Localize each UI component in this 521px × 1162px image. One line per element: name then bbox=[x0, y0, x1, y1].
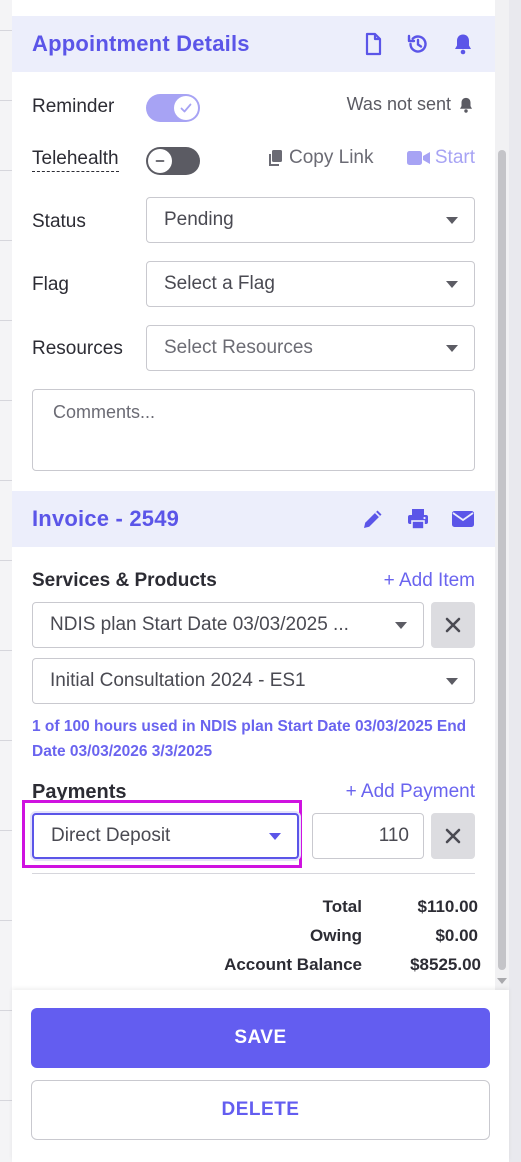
pencil-icon[interactable] bbox=[361, 507, 385, 531]
chevron-down-icon bbox=[446, 344, 458, 352]
payment-amount-input[interactable]: 110 bbox=[312, 813, 424, 859]
status-label: Status bbox=[32, 211, 86, 232]
delete-button[interactable]: DELETE bbox=[31, 1080, 490, 1140]
resources-placeholder: Select Resources bbox=[164, 337, 313, 358]
payment-amount-value: 110 bbox=[378, 825, 409, 846]
chevron-down-icon bbox=[395, 621, 407, 629]
services-row: Services & Products + Add Item bbox=[32, 566, 475, 596]
copy-link-button[interactable]: Copy Link bbox=[268, 147, 374, 169]
total-row: Total $110.00 bbox=[12, 892, 478, 921]
invoice-totals: Total $110.00 Owing $0.00 Account Balanc… bbox=[12, 892, 481, 979]
video-camera-icon bbox=[406, 151, 430, 165]
add-payment-button[interactable]: + Add Payment bbox=[346, 781, 475, 803]
flag-select[interactable]: Select a Flag bbox=[146, 261, 475, 307]
scroll-down-icon[interactable] bbox=[497, 978, 507, 984]
service-select-2[interactable]: Initial Consultation 2024 - ES1 bbox=[32, 658, 475, 704]
total-label: Total bbox=[322, 896, 362, 916]
copy-link-label: Copy Link bbox=[289, 147, 374, 168]
totals-divider bbox=[32, 873, 475, 874]
copy-icon bbox=[269, 150, 282, 166]
save-button[interactable]: SAVE bbox=[31, 1008, 490, 1068]
chevron-down-icon bbox=[446, 280, 458, 288]
resources-label: Resources bbox=[32, 338, 123, 359]
invoice-header: Invoice - 2549 bbox=[12, 491, 495, 547]
envelope-icon[interactable] bbox=[451, 507, 475, 531]
start-label: Start bbox=[434, 147, 475, 168]
reminder-label: Reminder bbox=[32, 96, 115, 117]
document-icon[interactable] bbox=[361, 32, 385, 56]
service-2-value: Initial Consultation 2024 - ES1 bbox=[50, 670, 306, 691]
right-gutter bbox=[509, 0, 521, 1162]
remove-service-button[interactable] bbox=[431, 602, 475, 648]
chevron-down-icon bbox=[446, 677, 458, 685]
reminder-status: Was not sent bbox=[347, 94, 475, 115]
scrollbar-thumb[interactable] bbox=[498, 150, 506, 970]
close-icon bbox=[445, 617, 461, 633]
comments-placeholder: Comments... bbox=[53, 402, 156, 422]
reminder-status-text: Was not sent bbox=[346, 94, 451, 114]
appointment-panel: Appointment Details Reminder Was not sen… bbox=[12, 0, 495, 1162]
status-select[interactable]: Pending bbox=[146, 197, 475, 243]
services-label: Services & Products bbox=[32, 570, 217, 591]
reminder-toggle[interactable] bbox=[146, 94, 200, 122]
telehealth-toggle[interactable] bbox=[146, 147, 200, 175]
balance-label: Account Balance bbox=[224, 954, 362, 974]
payment-method-value: Direct Deposit bbox=[51, 825, 171, 846]
owing-label: Owing bbox=[310, 925, 362, 945]
add-item-button[interactable]: + Add Item bbox=[384, 570, 475, 592]
owing-row: Owing $0.00 bbox=[12, 921, 478, 950]
balance-row: Account Balance $8525.00 bbox=[12, 950, 481, 979]
telehealth-label[interactable]: Telehealth bbox=[32, 148, 119, 172]
appointment-header: Appointment Details bbox=[12, 16, 495, 72]
appointment-title: Appointment Details bbox=[32, 31, 250, 56]
flag-label: Flag bbox=[32, 274, 69, 295]
total-value: $110.00 bbox=[417, 896, 478, 916]
reminder-bell-icon bbox=[460, 97, 472, 113]
printer-icon[interactable] bbox=[406, 507, 430, 531]
resources-select[interactable]: Select Resources bbox=[146, 325, 475, 371]
chevron-down-icon bbox=[269, 832, 281, 840]
invoice-title: Invoice - 2549 bbox=[32, 506, 180, 531]
history-icon[interactable] bbox=[406, 32, 430, 56]
start-button[interactable]: Start bbox=[406, 147, 475, 169]
balance-value: $8525.00 bbox=[410, 954, 481, 974]
remove-payment-button[interactable] bbox=[431, 813, 475, 859]
flag-placeholder: Select a Flag bbox=[164, 273, 275, 294]
payment-method-select[interactable]: Direct Deposit bbox=[32, 813, 299, 859]
service-select-1[interactable]: NDIS plan Start Date 03/03/2025 ... bbox=[32, 602, 424, 648]
status-value: Pending bbox=[164, 209, 234, 230]
bell-icon[interactable] bbox=[451, 32, 475, 56]
comments-field[interactable]: Comments... bbox=[32, 389, 475, 471]
service-1-value: NDIS plan Start Date 03/03/2025 ... bbox=[50, 614, 349, 635]
chevron-down-icon bbox=[446, 216, 458, 224]
owing-value: $0.00 bbox=[435, 925, 478, 945]
action-footer: SAVE DELETE bbox=[12, 990, 509, 1162]
plan-usage-note: 1 of 100 hours used in NDIS plan Start D… bbox=[32, 718, 467, 760]
close-icon bbox=[445, 828, 461, 844]
